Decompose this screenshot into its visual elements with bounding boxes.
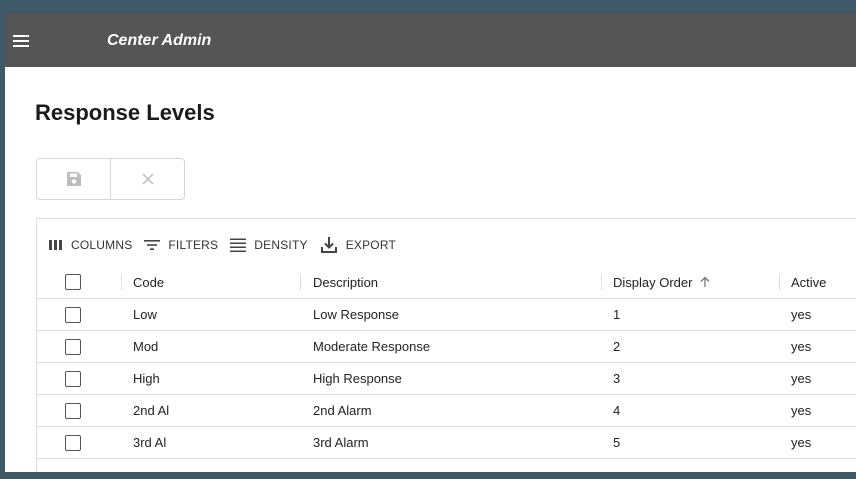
row-checkbox[interactable] [65,338,81,355]
cell-display-order: 3 [613,371,621,386]
app-window: Center Admin Response Levels COLUMNS FIL… [5,14,856,472]
cell-description: 3rd Alarm [313,435,369,450]
app-title: Center Admin [107,31,212,49]
close-icon [141,173,154,185]
columns-button[interactable]: COLUMNS [49,238,132,252]
cancel-button[interactable] [110,159,184,199]
column-separator[interactable] [300,274,301,290]
density-button[interactable]: DENSITY [230,238,307,252]
cell-description: Moderate Response [313,339,431,354]
cell-display-order: 2 [613,339,621,354]
hamburger-menu-icon[interactable] [13,34,29,47]
edit-toolbar [36,158,185,200]
cell-description: High Response [313,371,402,386]
row-checkbox[interactable] [65,306,81,323]
column-header-display-order-label: Display Order [613,274,693,290]
density-label: DENSITY [254,238,308,252]
column-header-display-order[interactable]: Display Order [613,266,710,298]
cell-code: Mod [133,339,159,354]
column-separator[interactable] [121,274,122,290]
cell-code: 3rd Al [133,435,167,450]
cell-display-order: 1 [613,307,621,322]
cell-code: High [133,371,160,386]
cell-display-order: 5 [613,435,621,450]
select-all-cell [65,266,81,298]
cell-active: yes [791,307,812,322]
cell-description: Low Response [313,307,399,322]
download-icon [320,237,337,253]
app-bar: Center Admin [5,14,856,67]
filter-icon [144,240,161,250]
column-header-description[interactable]: Description [313,266,378,298]
column-separator[interactable] [601,274,602,290]
table-row[interactable]: 2nd Al 2nd Alarm 4 yes [37,395,856,427]
grid-header-row: Code Description Display Order Active [37,266,856,299]
cell-code: Low [133,307,157,322]
cell-active: yes [791,339,812,354]
column-header-code[interactable]: Code [133,266,164,298]
export-button[interactable]: EXPORT [320,236,396,254]
density-icon [230,238,247,252]
table-row[interactable]: Mod Moderate Response 2 yes [37,331,856,363]
page-title: Response Levels [35,100,215,125]
row-checkbox[interactable] [65,402,81,419]
select-all-checkbox[interactable] [65,274,81,290]
grid-toolbar: COLUMNS FILTERS DENSITY EXPORT [49,236,402,254]
table-row[interactable]: Low Low Response 1 yes [37,299,856,331]
table-row[interactable]: High High Response 3 yes [37,363,856,395]
column-separator[interactable] [779,274,780,290]
export-label: EXPORT [345,238,397,252]
cell-active: yes [791,403,812,418]
data-grid: COLUMNS FILTERS DENSITY EXPORT Code Desc… [36,218,856,472]
table-row[interactable]: 3rd Al 3rd Alarm 5 yes [37,427,856,459]
save-button[interactable] [37,159,110,199]
cell-code: 2nd Al [133,403,170,418]
columns-icon [49,240,62,250]
sort-ascending-icon[interactable] [700,276,710,288]
cell-display-order: 4 [613,403,621,418]
column-header-active[interactable]: Active [791,266,826,298]
column-header-description-label: Description [313,274,379,290]
cell-active: yes [791,371,812,386]
columns-label: COLUMNS [71,238,133,252]
filters-label: FILTERS [168,238,219,252]
cell-description: 2nd Alarm [313,403,372,418]
row-checkbox[interactable] [65,370,81,387]
cell-active: yes [791,435,812,450]
save-icon [66,172,81,186]
row-checkbox[interactable] [65,434,81,451]
filters-button[interactable]: FILTERS [144,238,218,252]
